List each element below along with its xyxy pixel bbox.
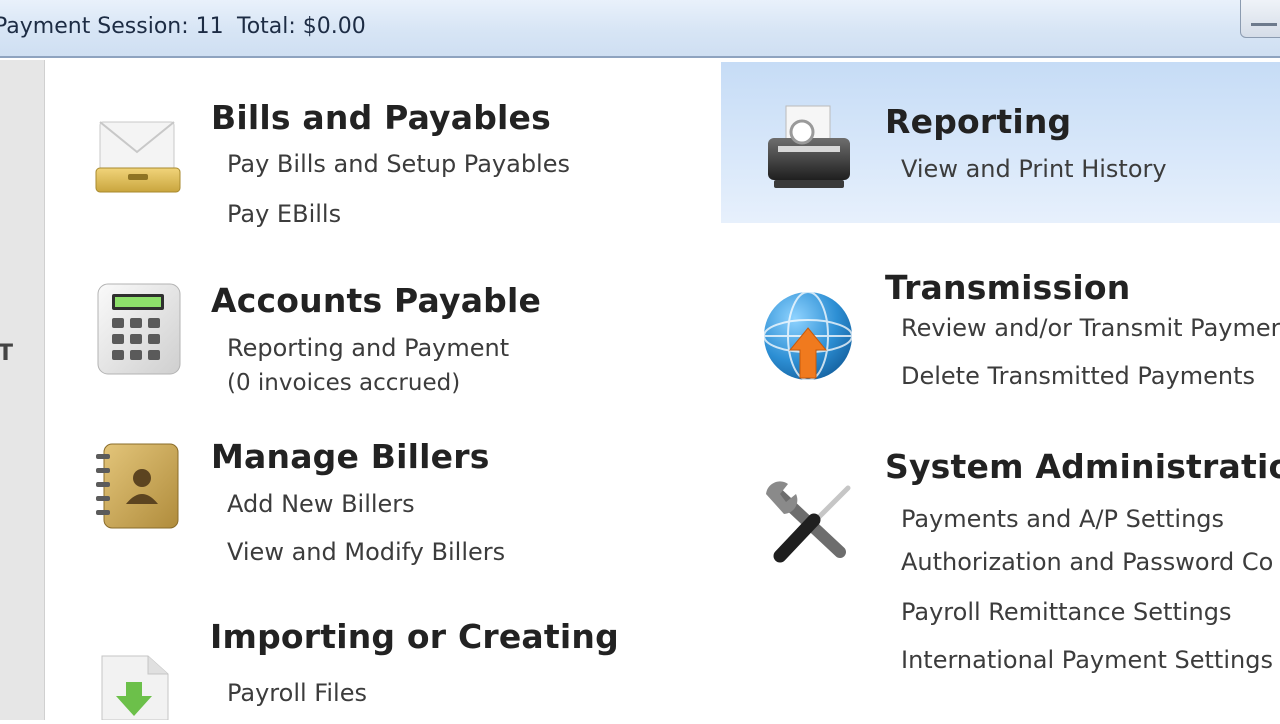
payments-ap-settings-link[interactable]: Payments and A/P Settings — [901, 505, 1224, 533]
review-transmit-payments-link[interactable]: Review and/or Transmit Paymer — [901, 314, 1280, 342]
invoices-accrued-note: (0 invoices accrued) — [227, 370, 461, 396]
accounts-payable-title: Accounts Payable — [211, 281, 542, 320]
tools-icon — [762, 478, 860, 564]
international-payment-settings-link[interactable]: International Payment Settings — [901, 646, 1273, 674]
file-import-icon — [98, 652, 174, 721]
payroll-remittance-settings-link[interactable]: Payroll Remittance Settings — [901, 598, 1231, 626]
payment-session-label: Payment Session: 11 — [0, 14, 224, 39]
total-label: Total: $0.00 — [237, 14, 366, 39]
delete-transmitted-payments-link[interactable]: Delete Transmitted Payments — [901, 362, 1255, 390]
mail-tray-icon — [92, 108, 184, 200]
manage-billers-title: Manage Billers — [211, 437, 490, 476]
left-sidebar-strip: T — [0, 60, 45, 720]
authorization-password-link[interactable]: Authorization and Password Co — [901, 548, 1273, 576]
reporting-and-payment-link[interactable]: Reporting and Payment — [227, 334, 509, 362]
calculator-icon — [94, 280, 184, 378]
system-administration-title: System Administration — [885, 447, 1280, 486]
view-print-history-link[interactable]: View and Print History — [901, 155, 1167, 183]
add-new-billers-link[interactable]: Add New Billers — [227, 490, 415, 518]
reporting-title: Reporting — [885, 102, 1072, 141]
view-modify-billers-link[interactable]: View and Modify Billers — [227, 538, 505, 566]
pay-ebills-link[interactable]: Pay EBills — [227, 200, 341, 228]
sidebar-text-fragment: T — [0, 341, 14, 366]
payroll-files-link[interactable]: Payroll Files — [227, 679, 367, 707]
address-book-icon — [94, 440, 184, 532]
session-header-bar: Payment Session: 11 Total: $0.00 — [0, 0, 1280, 58]
importing-or-creating-title: Importing or Creating — [210, 617, 619, 656]
minimize-button[interactable] — [1240, 0, 1280, 38]
bills-and-payables-title: Bills and Payables — [211, 98, 551, 137]
globe-upload-icon — [760, 290, 856, 386]
pay-bills-setup-link[interactable]: Pay Bills and Setup Payables — [227, 150, 570, 178]
printer-icon — [762, 102, 856, 196]
transmission-title: Transmission — [885, 268, 1131, 307]
